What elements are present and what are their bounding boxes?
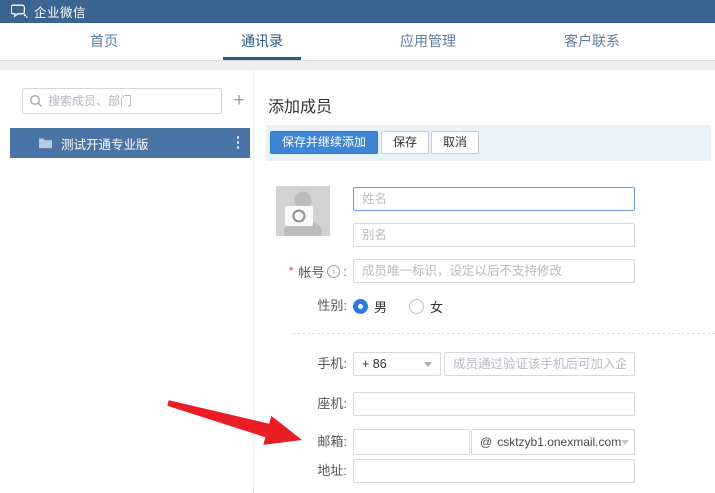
search-input-wrapper[interactable] [22, 88, 222, 114]
account-label: * 帐号 : [255, 259, 347, 283]
department-menu-icon[interactable] [237, 136, 240, 149]
topbar: 企业微信 [0, 0, 715, 23]
active-tab-underline [223, 57, 301, 60]
radio-unselected-icon[interactable] [409, 299, 424, 314]
sidebar-item-department[interactable]: 测试开通专业版 [10, 128, 250, 158]
search-icon [29, 94, 43, 108]
radio-selected-icon[interactable] [353, 299, 368, 314]
wecom-logo-icon [11, 4, 28, 19]
email-domain-value: csktzyb1.onexmail.com [497, 435, 621, 449]
gender-label: 性别: [255, 294, 347, 318]
add-department-button[interactable]: + [228, 88, 250, 114]
chevron-down-icon [424, 362, 432, 367]
avatar-upload[interactable] [276, 186, 330, 236]
mobile-field[interactable] [444, 352, 635, 376]
required-asterisk: * [289, 264, 294, 278]
tab-customer[interactable]: 客户联系 [564, 23, 620, 60]
chevron-down-icon [621, 440, 629, 445]
folder-icon [38, 137, 53, 149]
search-input[interactable] [48, 94, 215, 108]
tab-home[interactable]: 首页 [90, 23, 118, 60]
address-field[interactable] [353, 459, 635, 483]
mobile-label: 手机: [255, 352, 347, 376]
section-divider [292, 333, 715, 334]
email-field[interactable] [353, 429, 470, 455]
save-and-continue-button[interactable]: 保存并继续添加 [270, 131, 378, 154]
brand-title: 企业微信 [34, 2, 86, 21]
gender-radio-group: 男 女 [353, 296, 443, 316]
tab-apps[interactable]: 应用管理 [400, 23, 456, 60]
gender-option-female[interactable]: 女 [409, 297, 443, 316]
sidebar-divider [253, 70, 254, 493]
department-name: 测试开通专业版 [61, 134, 149, 153]
country-code-select[interactable]: + 86 [353, 352, 441, 376]
at-sign: @ [480, 435, 492, 449]
landline-label: 座机: [255, 392, 347, 416]
gender-option-male[interactable]: 男 [353, 297, 387, 316]
email-domain-select[interactable]: @ csktzyb1.onexmail.com [471, 429, 635, 455]
name-field[interactable] [353, 187, 635, 211]
tab-contacts[interactable]: 通讯录 [241, 23, 283, 60]
avatar-placeholder-icon [276, 186, 330, 236]
wecom-admin-screen: 企业微信 首页 通讯录 应用管理 客户联系 + 测试开通专业版 添加成员 [0, 0, 715, 493]
alias-field[interactable] [353, 223, 635, 247]
email-label: 邮箱: [255, 429, 347, 455]
address-label: 地址: [255, 459, 347, 483]
account-field[interactable] [353, 259, 635, 283]
main-nav: 首页 通讯录 应用管理 客户联系 [0, 23, 715, 61]
landline-field[interactable] [353, 392, 635, 416]
page-title: 添加成员 [268, 93, 332, 117]
cancel-button[interactable]: 取消 [431, 131, 479, 154]
info-icon[interactable] [327, 265, 340, 278]
save-button[interactable]: 保存 [381, 131, 429, 154]
